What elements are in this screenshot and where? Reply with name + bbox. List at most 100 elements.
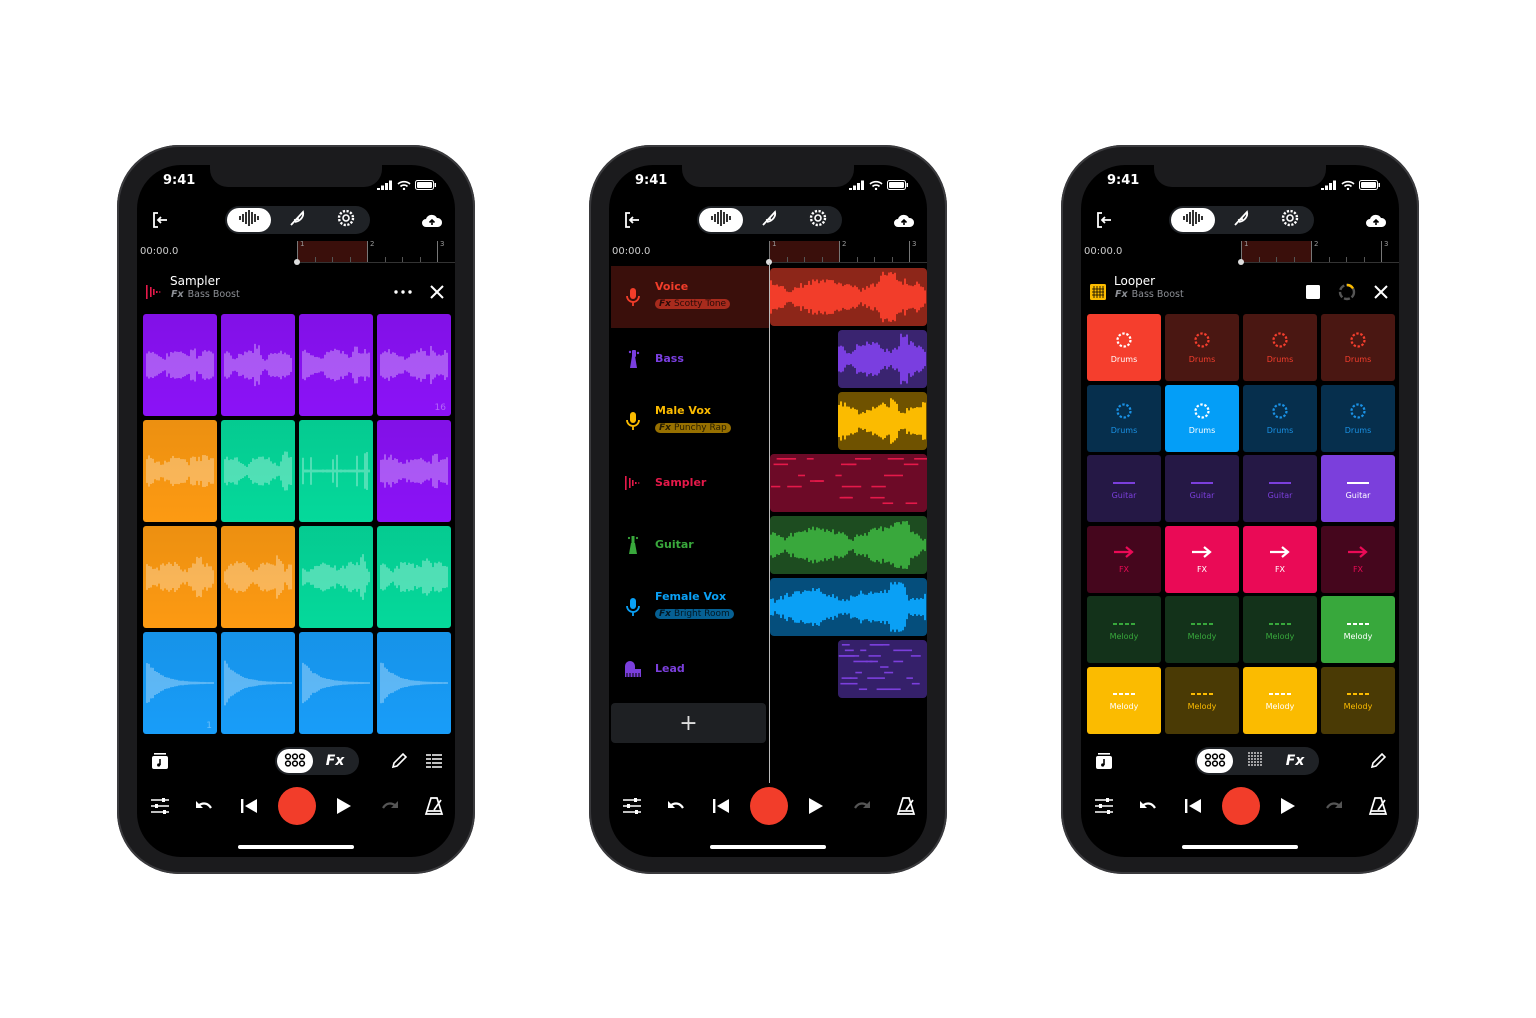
- tab-gear[interactable]: [324, 208, 368, 232]
- exit-icon[interactable]: [147, 207, 173, 233]
- sampler-pad[interactable]: [377, 526, 451, 628]
- track-voice[interactable]: Voice Fx Scotty Tone: [611, 266, 769, 328]
- loop-progress-icon[interactable]: [1334, 279, 1360, 305]
- tab-waveform[interactable]: [699, 208, 744, 232]
- metronome-icon[interactable]: [893, 793, 919, 819]
- music-library-icon[interactable]: [1091, 748, 1117, 774]
- cloud-upload-icon[interactable]: [419, 207, 445, 233]
- sampler-pad[interactable]: [221, 420, 295, 522]
- looper-pad[interactable]: Melody: [1165, 666, 1239, 734]
- undo-icon[interactable]: [663, 793, 689, 819]
- track-lead[interactable]: Lead: [611, 638, 769, 700]
- fx-chip[interactable]: Fx Punchy Rap: [655, 423, 731, 433]
- sampler-pad[interactable]: [143, 526, 217, 628]
- track-guitar[interactable]: Guitar: [611, 514, 769, 576]
- tab-quill[interactable]: [1219, 208, 1263, 232]
- undo-icon[interactable]: [1135, 793, 1161, 819]
- tab-gear[interactable]: [1268, 208, 1312, 232]
- tab-quill[interactable]: [275, 208, 319, 232]
- playhead[interactable]: [294, 259, 300, 265]
- sampler-pad[interactable]: [299, 526, 373, 628]
- more-icon[interactable]: [390, 279, 416, 305]
- home-indicator[interactable]: [1182, 845, 1298, 849]
- cloud-upload-icon[interactable]: [1363, 207, 1389, 233]
- sampler-pad[interactable]: [299, 420, 373, 522]
- skip-back-icon[interactable]: [236, 793, 262, 819]
- sampler-pad[interactable]: [299, 314, 373, 416]
- tab-pads[interactable]: [1197, 749, 1233, 773]
- looper-pad[interactable]: Melody: [1087, 596, 1161, 663]
- sampler-pad[interactable]: [299, 632, 373, 734]
- track-female-vox[interactable]: Female Vox Fx Bright Room: [611, 576, 769, 638]
- track-bass[interactable]: Bass: [611, 328, 769, 390]
- looper-pad[interactable]: FX: [1321, 525, 1395, 593]
- clip[interactable]: [838, 640, 927, 698]
- sampler-pad[interactable]: [143, 420, 217, 522]
- play-icon[interactable]: [803, 793, 829, 819]
- tab-fx[interactable]: Fx: [317, 749, 353, 773]
- redo-icon[interactable]: [849, 793, 875, 819]
- looper-pad[interactable]: Drums: [1087, 384, 1161, 452]
- looper-pad[interactable]: Melody: [1165, 596, 1239, 663]
- looper-pad[interactable]: FX: [1243, 525, 1317, 593]
- looper-pad[interactable]: Guitar: [1165, 455, 1239, 522]
- metronome-icon[interactable]: [1365, 793, 1391, 819]
- looper-pad[interactable]: Drums: [1087, 314, 1161, 381]
- exit-icon[interactable]: [1091, 207, 1117, 233]
- timeline-ruler[interactable]: 1 2 3: [766, 240, 927, 265]
- tab-gear[interactable]: [796, 208, 840, 232]
- home-indicator[interactable]: [238, 845, 354, 849]
- looper-pad[interactable]: Drums: [1165, 384, 1239, 452]
- looper-pad[interactable]: Guitar: [1243, 455, 1317, 522]
- undo-icon[interactable]: [191, 793, 217, 819]
- clip[interactable]: [770, 454, 927, 512]
- looper-pad[interactable]: FX: [1087, 525, 1161, 593]
- looper-pad[interactable]: Drums: [1321, 384, 1395, 452]
- sampler-pad[interactable]: [377, 420, 451, 522]
- looper-pad[interactable]: Guitar: [1087, 455, 1161, 522]
- playhead-line[interactable]: [769, 263, 770, 783]
- looper-pad[interactable]: Melody: [1243, 666, 1317, 734]
- mixer-sliders-icon[interactable]: [1091, 793, 1117, 819]
- play-icon[interactable]: [1275, 793, 1301, 819]
- looper-pad[interactable]: Drums: [1321, 314, 1395, 381]
- record-button[interactable]: [750, 787, 788, 825]
- sampler-pad[interactable]: [221, 632, 295, 734]
- tab-quill[interactable]: [747, 208, 791, 232]
- looper-pad[interactable]: Melody: [1087, 666, 1161, 734]
- close-icon[interactable]: [424, 279, 450, 305]
- sampler-pad[interactable]: [221, 314, 295, 416]
- playhead[interactable]: [1238, 259, 1244, 265]
- clip[interactable]: [838, 392, 927, 450]
- clip[interactable]: [770, 578, 927, 636]
- clip[interactable]: [770, 268, 927, 326]
- home-indicator[interactable]: [710, 845, 826, 849]
- tab-dot-grid[interactable]: [1237, 749, 1273, 773]
- looper-pad[interactable]: Melody: [1321, 596, 1395, 663]
- close-icon[interactable]: [1368, 279, 1394, 305]
- tab-pads[interactable]: [277, 749, 313, 773]
- pencil-icon[interactable]: [386, 748, 412, 774]
- redo-icon[interactable]: [377, 793, 403, 819]
- skip-back-icon[interactable]: [1180, 793, 1206, 819]
- sampler-pad[interactable]: [221, 526, 295, 628]
- sampler-pad[interactable]: 16: [377, 314, 451, 416]
- music-library-icon[interactable]: [147, 748, 173, 774]
- exit-icon[interactable]: [619, 207, 645, 233]
- cloud-upload-icon[interactable]: [891, 207, 917, 233]
- mixer-sliders-icon[interactable]: [619, 793, 645, 819]
- stop-icon[interactable]: [1300, 279, 1326, 305]
- fx-chip[interactable]: Fx Scotty Tone: [655, 299, 731, 309]
- clip[interactable]: [838, 330, 927, 388]
- looper-pad[interactable]: FX: [1165, 525, 1239, 593]
- mixer-sliders-icon[interactable]: [147, 793, 173, 819]
- looper-pad[interactable]: Drums: [1243, 384, 1317, 452]
- looper-pad[interactable]: Drums: [1243, 314, 1317, 381]
- looper-pad[interactable]: Melody: [1321, 666, 1395, 734]
- sampler-pad[interactable]: [143, 314, 217, 416]
- record-button[interactable]: [1222, 787, 1260, 825]
- timeline-ruler[interactable]: 1 2 3: [294, 240, 455, 265]
- add-track-button[interactable]: +: [611, 703, 766, 743]
- tab-waveform[interactable]: [227, 208, 272, 232]
- sampler-pad[interactable]: [377, 632, 451, 734]
